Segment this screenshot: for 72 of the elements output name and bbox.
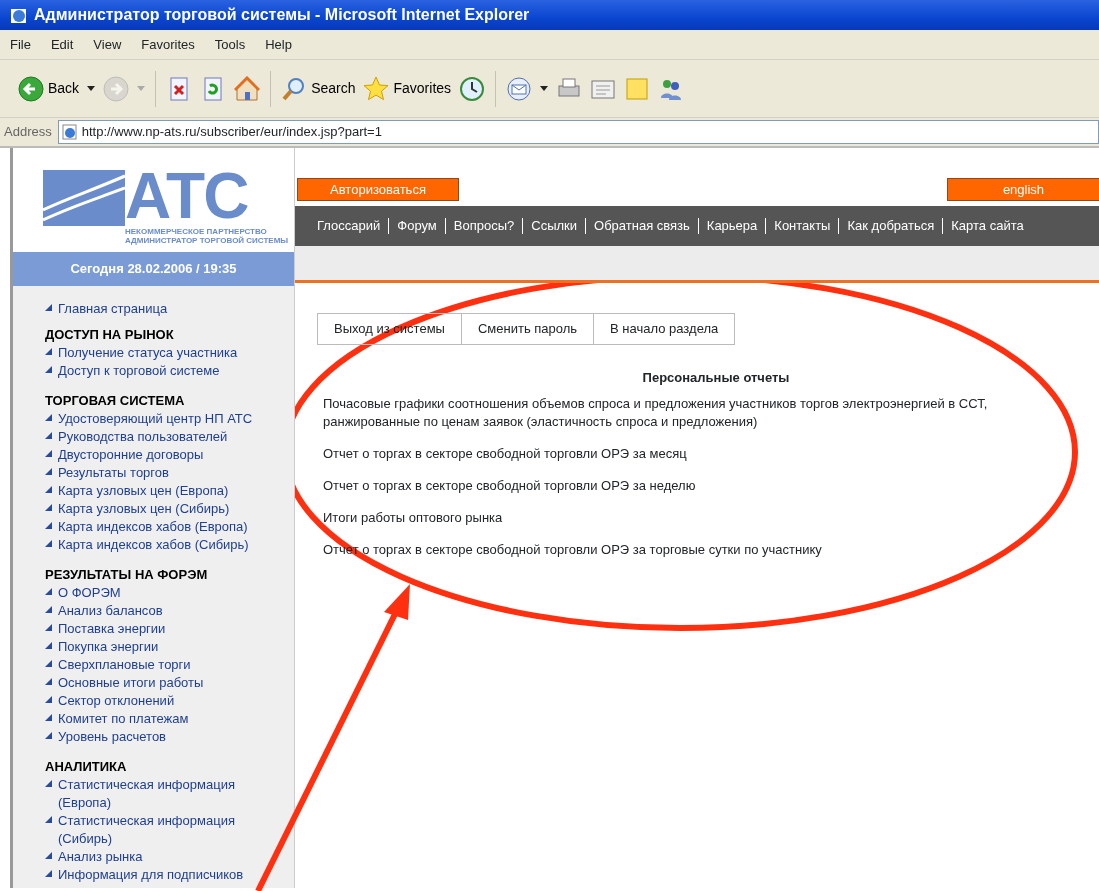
- menu-item[interactable]: Tools: [204, 34, 256, 55]
- nav-link[interactable]: Обратная связь: [585, 218, 698, 234]
- address-field[interactable]: http://www.np-ats.ru/subscriber/eur/index.jsp?part=1: [57, 120, 1099, 144]
- sidebar-link[interactable]: Результаты торгов: [58, 464, 169, 482]
- sidebar-link[interactable]: Карта индексов хабов (Европа): [58, 518, 248, 536]
- clock-icon: [459, 75, 486, 102]
- nav-link[interactable]: Карьера: [697, 218, 766, 234]
- note-icon: [624, 75, 651, 102]
- nav-link[interactable]: Контакты: [765, 218, 839, 234]
- sidebar-link[interactable]: Статистическая информация (Европа): [58, 776, 264, 812]
- logo-subtitle: НЕКОММЕРЧЕСКОЕ ПАРТНЕРСТВО: [125, 227, 268, 236]
- action-tab[interactable]: Сменить пароль: [460, 314, 594, 344]
- nav-link[interactable]: Форум: [388, 218, 445, 234]
- menu-item[interactable]: Favorites: [131, 34, 205, 55]
- sidebar-link[interactable]: Анализ рынка: [58, 848, 143, 866]
- sidebar-link[interactable]: Уровень расчетов: [58, 728, 167, 746]
- sidebar-link[interactable]: Анализ балансов: [58, 602, 163, 620]
- nav-link[interactable]: Ссылки: [522, 218, 586, 234]
- swoosh-icon: [43, 170, 125, 226]
- menu-item[interactable]: View: [83, 34, 132, 55]
- nav-link[interactable]: Как добраться: [838, 218, 943, 234]
- section-heading: РЕЗУЛЬТАТЫ НА ФОРЭМ: [45, 566, 209, 584]
- nav-link[interactable]: Вопросы?: [444, 218, 523, 234]
- sidebar-link[interactable]: О ФОРЭМ: [58, 584, 121, 602]
- menu-item[interactable]: File: [0, 34, 41, 55]
- nav-link[interactable]: Карта сайта: [942, 218, 1032, 234]
- menu-item[interactable]: Help: [255, 34, 302, 55]
- sidebar-link[interactable]: Покупка энергии: [58, 638, 159, 656]
- star-icon: [363, 75, 390, 102]
- home-button[interactable]: [234, 75, 261, 102]
- sidebar-link[interactable]: Удостоверяющий центр НП АТС: [58, 410, 253, 428]
- sidebar-link[interactable]: Главная страница: [58, 300, 168, 318]
- sidebar-link[interactable]: Основные итоги работы: [58, 674, 204, 692]
- section-heading: АНАЛИТИКА: [45, 758, 128, 776]
- window-title: Администратор торговой системы - Microsoft Internet Explorer: [34, 5, 530, 25]
- report-link[interactable]: Почасовые графики соотношения объемов спроса и предложения участников торгов электроэнергией в ССТ, ранжированные по ценам заявок (эластичность спроса и предложения): [323, 395, 1059, 431]
- sidebar-link[interactable]: Двусторонние договоры: [58, 446, 204, 464]
- logo-subtitle: АДМИНИСТРАТОР ТОРГОВОЙ СИСТЕМЫ: [125, 236, 289, 245]
- sidebar-link[interactable]: Информация для подписчиков: [58, 866, 244, 884]
- nav-link[interactable]: Глоссарий: [309, 218, 389, 234]
- sidebar-link[interactable]: Сверхплановые торги: [58, 656, 191, 674]
- reports-heading: Персональные отчеты: [641, 368, 791, 387]
- back-button[interactable]: Back: [18, 75, 80, 102]
- section-heading: ДОСТУП НА РЫНОК: [45, 326, 175, 344]
- sidebar-link[interactable]: Поставка энергии: [58, 620, 166, 638]
- history-button[interactable]: [459, 75, 486, 102]
- address-label: Address: [4, 123, 52, 142]
- menu-item[interactable]: Edit: [40, 34, 84, 55]
- section-heading: ТОРГОВАЯ СИСТЕМА: [45, 392, 186, 410]
- action-tab[interactable]: В начало раздела: [593, 314, 735, 344]
- search-button[interactable]: Search: [281, 75, 356, 102]
- sidebar-link[interactable]: Сектор отклонений: [58, 692, 175, 710]
- report-link[interactable]: Итоги работы оптового рынка: [323, 509, 1059, 527]
- sidebar-link[interactable]: Карта узловых цен (Сибирь): [58, 500, 230, 518]
- page-icon: [61, 124, 78, 140]
- sidebar-link[interactable]: Руководства пользователей: [58, 428, 228, 446]
- date-bar: Сегодня 28.02.2006 / 19:35: [13, 252, 294, 286]
- sidebar-link[interactable]: Получение статуса участника: [58, 344, 238, 362]
- sidebar-link[interactable]: Карта узловых цен (Европа): [58, 482, 229, 500]
- sidebar-link[interactable]: Статистическая информация (Сибирь): [58, 812, 264, 848]
- envelope-icon: [506, 75, 533, 102]
- mail-button[interactable]: [506, 75, 533, 102]
- arrow-right-icon: [103, 75, 130, 102]
- sidebar-link[interactable]: Карта индексов хабов (Сибирь): [58, 536, 249, 554]
- favorites-button[interactable]: Favorites: [363, 75, 452, 102]
- sidebar-link[interactable]: Комитет по платежам: [58, 710, 189, 728]
- report-link[interactable]: Отчет о торгах в секторе свободной торговли ОРЭ за месяц: [323, 445, 1059, 463]
- logo-text: АТС: [125, 170, 248, 222]
- house-icon: [234, 75, 261, 102]
- arrow-left-icon: [18, 75, 44, 102]
- report-link[interactable]: Отчет о торгах в секторе свободной торговли ОРЭ за неделю: [323, 477, 1059, 495]
- sidebar-link[interactable]: Доступ к торговой системе: [58, 362, 220, 380]
